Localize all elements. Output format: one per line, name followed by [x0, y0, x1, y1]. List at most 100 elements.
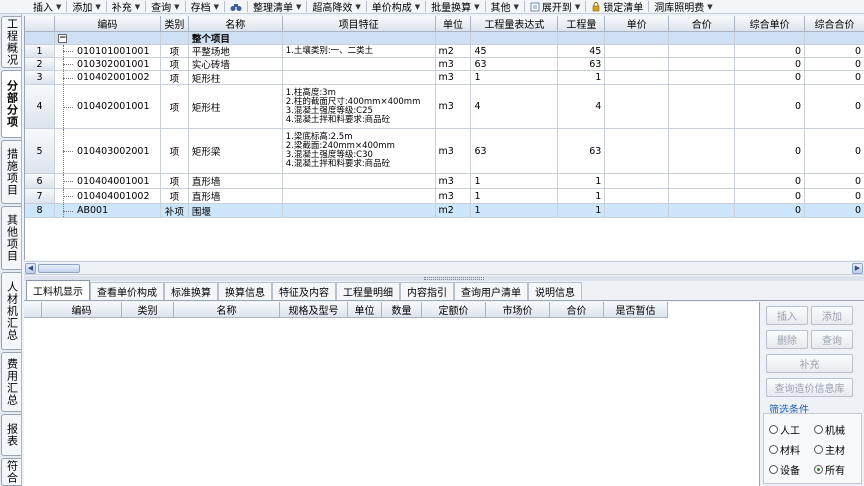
resource-header-cell[interactable]: 单位 — [348, 302, 382, 318]
table-cell[interactable]: m3 — [435, 71, 472, 85]
header-cell[interactable]: 综合单价 — [735, 16, 806, 32]
header-cell[interactable]: 类别 — [160, 16, 189, 32]
table-row[interactable]: 3 010402001002 项矩形柱 m3 1 1 0 0 — [25, 71, 864, 85]
toolbar-button-3[interactable]: 查询 ▼ — [148, 0, 182, 14]
table-row[interactable]: 4 010402001001 项矩形柱 1.柱高度:3m 2.柱的截面尺寸:400mm×… — [25, 85, 864, 129]
table-row[interactable]: 5 010403002001 项矩形梁 1.梁底标高:2.5m 2.梁截面:240mm×… — [25, 129, 864, 174]
table-cell[interactable] — [605, 129, 670, 174]
table-cell[interactable]: 1 — [558, 174, 606, 189]
detail-tab-8[interactable]: 说明信息 — [528, 282, 582, 300]
header-cell[interactable]: 编码 — [54, 16, 161, 32]
table-cell[interactable]: 8 — [25, 204, 55, 218]
table-cell[interactable]: 1.梁底标高:2.5m 2.梁截面:240mm×400mm 3.混凝土强度等级:C3… — [282, 129, 436, 174]
table-cell[interactable]: 矩形柱 — [188, 71, 283, 85]
toolbar-button-8[interactable]: 单价构成 ▼ — [369, 0, 423, 14]
table-cell[interactable]: 1 — [471, 189, 559, 204]
radio-icon[interactable] — [769, 425, 778, 434]
table-cell[interactable]: 0 — [805, 45, 864, 58]
query-button[interactable]: 查询 — [811, 330, 853, 349]
supplement-button[interactable]: 补充 — [766, 354, 853, 373]
table-cell[interactable]: 平整场地 — [188, 45, 283, 58]
table-cell[interactable] — [605, 204, 670, 218]
table-cell[interactable] — [605, 71, 670, 85]
header-cell[interactable]: 工程量表达式 — [471, 16, 559, 32]
filter-radio-3[interactable]: 主材 — [814, 442, 845, 457]
table-cell[interactable] — [669, 71, 736, 85]
delete-button[interactable]: 删除 — [766, 330, 808, 349]
table-cell[interactable]: 实心砖墙 — [188, 58, 283, 71]
table-cell[interactable]: m3 — [435, 129, 472, 174]
table-cell[interactable]: m2 — [435, 45, 472, 58]
filter-radio-5[interactable]: 所有 — [814, 462, 845, 477]
detail-tab-4[interactable]: 特征及内容 — [272, 282, 336, 300]
side-tab-7[interactable]: 符合 — [1, 458, 21, 486]
table-cell[interactable]: 45 — [471, 45, 559, 58]
table-cell[interactable]: 项 — [160, 58, 189, 71]
table-cell[interactable]: 6 — [25, 174, 55, 189]
toolbar-button-7[interactable]: 超高降效 ▼ — [309, 0, 363, 14]
table-cell[interactable]: 010402001002 — [54, 71, 161, 85]
table-cell[interactable]: m3 — [435, 174, 472, 189]
table-cell[interactable]: 010403002001 — [54, 129, 161, 174]
table-cell[interactable]: 0 — [735, 85, 806, 129]
filter-radio-4[interactable]: 设备 — [769, 462, 800, 477]
table-cell[interactable]: 0 — [735, 71, 806, 85]
table-cell[interactable]: 0 — [805, 71, 864, 85]
detail-tab-0[interactable]: 工料机显示 — [26, 280, 90, 300]
side-tab-2[interactable]: 措施项目 — [1, 140, 21, 204]
table-cell[interactable]: 0 — [805, 58, 864, 71]
toolbar-button-9[interactable]: 批量换算 ▼ — [428, 0, 482, 14]
table-cell[interactable] — [669, 174, 736, 189]
table-cell[interactable] — [605, 45, 670, 58]
table-cell[interactable]: 63 — [558, 58, 606, 71]
resource-header-cell[interactable]: 规格及型号 — [280, 302, 348, 318]
table-cell[interactable] — [605, 189, 670, 204]
table-cell[interactable] — [605, 174, 670, 189]
table-row[interactable]: 7 010404001002 项直形墙 m3 1 1 0 0 — [25, 189, 864, 204]
table-cell[interactable]: 45 — [558, 45, 606, 58]
grid-horizontal-scrollbar[interactable]: ◀ ▶ — [24, 261, 864, 275]
table-cell[interactable]: 2 — [25, 58, 55, 71]
table-cell[interactable]: 0 — [805, 129, 864, 174]
resource-header-cell[interactable] — [24, 302, 42, 318]
table-cell[interactable]: 项 — [160, 85, 189, 129]
table-cell[interactable]: 1 — [558, 204, 606, 218]
table-cell[interactable]: m3 — [435, 58, 472, 71]
table-cell[interactable] — [669, 129, 736, 174]
table-cell[interactable] — [605, 58, 670, 71]
table-cell[interactable]: 项 — [160, 45, 189, 58]
table-cell[interactable]: 0 — [735, 58, 806, 71]
table-cell[interactable]: 7 — [25, 189, 55, 204]
table-cell[interactable]: 63 — [471, 58, 559, 71]
side-tab-1[interactable]: 分部分项 — [1, 70, 21, 138]
table-cell[interactable] — [669, 189, 736, 204]
detail-tab-2[interactable]: 标准换算 — [164, 282, 218, 300]
radio-icon[interactable] — [814, 465, 823, 474]
table-cell[interactable]: 0 — [805, 189, 864, 204]
table-cell[interactable]: m2 — [435, 204, 472, 218]
detail-tab-5[interactable]: 工程量明细 — [336, 282, 400, 300]
header-cell[interactable]: 合价 — [669, 16, 736, 32]
detail-tab-1[interactable]: 查看单价构成 — [90, 282, 164, 300]
table-cell[interactable] — [282, 71, 436, 85]
toolbar-button-5[interactable] — [227, 0, 245, 13]
table-cell[interactable]: 63 — [558, 129, 606, 174]
table-cell[interactable] — [282, 204, 436, 218]
resource-header-cell[interactable]: 编码 — [42, 302, 122, 318]
scroll-left-arrow-icon[interactable]: ◀ — [25, 263, 36, 274]
table-cell[interactable]: AB001 — [54, 204, 161, 218]
table-cell[interactable]: m3 — [435, 189, 472, 204]
table-cell[interactable]: 直形墙 — [188, 174, 283, 189]
table-cell[interactable]: 0 — [735, 189, 806, 204]
table-row[interactable]: 8 AB001 补项 围堰 m2 1 1 0 0 — [25, 204, 864, 218]
table-cell[interactable]: 5 — [25, 129, 55, 174]
side-tab-5[interactable]: 费用汇总 — [1, 352, 21, 412]
table-cell[interactable]: 1 — [25, 45, 55, 58]
toolbar-button-4[interactable]: 存档 ▼ — [188, 0, 222, 14]
insert-button[interactable]: 插入 — [766, 306, 808, 325]
collapse-toggle-icon[interactable]: − — [57, 33, 67, 43]
side-tab-4[interactable]: 人材机汇总 — [1, 272, 21, 350]
table-cell[interactable]: 项 — [160, 71, 189, 85]
header-cell[interactable]: 工程量 — [558, 16, 606, 32]
filter-radio-2[interactable]: 材料 — [769, 442, 800, 457]
